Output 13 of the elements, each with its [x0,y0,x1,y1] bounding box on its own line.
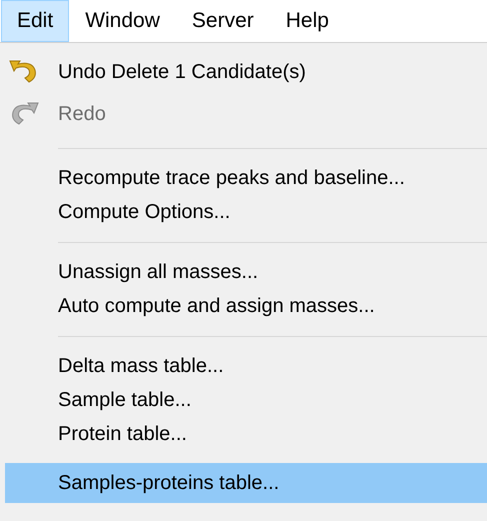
menu-bar-item[interactable]: Window [69,0,176,42]
menu-item[interactable]: Undo Delete 1 Candidate(s) [5,51,487,93]
menu-item[interactable]: Protein table... [5,417,487,451]
menu-item[interactable]: Samples-proteins table... [5,463,487,503]
menu-item[interactable]: Recompute trace peaks and baseline... [5,161,487,195]
menu-item[interactable]: Sample table... [5,383,487,417]
menu-item[interactable]: Delta mass table... [5,349,487,383]
menu-bar-item[interactable]: Edit [1,0,70,42]
menu-bar-item[interactable]: Help [270,0,345,42]
menu-item[interactable]: Unassign all masses... [5,255,487,289]
menu-bar-item[interactable]: Server [176,0,270,42]
menu-item[interactable]: Auto compute and assign masses... [5,289,487,323]
menu-item[interactable]: Compute Options... [5,195,487,229]
